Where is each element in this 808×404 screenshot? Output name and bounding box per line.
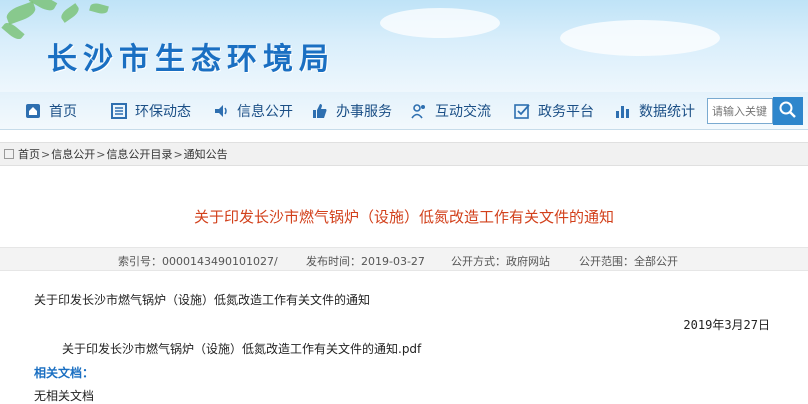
leaf-decoration — [4, 1, 38, 25]
meta-scope: 公开范围：全部公开 — [579, 255, 678, 268]
article-meta-bar: 索引号：0000143490101027/ 发布时间：2019-03-27 公开… — [0, 247, 808, 271]
nav-item-info-disclosure[interactable]: 信息公开 — [212, 92, 293, 130]
nav-label: 互动交流 — [435, 103, 491, 120]
search-input[interactable] — [707, 98, 773, 124]
breadcrumb-separator: > — [173, 147, 183, 161]
meta-publish-method: 公开方式：政府网站 — [451, 255, 550, 268]
breadcrumb: 首页 > 信息公开 > 信息公开目录 > 通知公告 — [0, 142, 808, 166]
leaf-decoration — [89, 1, 109, 16]
related-docs-empty: 无相关文档 — [34, 389, 95, 403]
checkbox-icon — [513, 102, 531, 120]
thumbs-up-icon — [311, 102, 329, 120]
news-icon — [110, 102, 128, 120]
header-banner: 长沙市生态环境局 — [0, 0, 808, 92]
nav-label: 环保动态 — [135, 103, 191, 120]
breadcrumb-separator: > — [96, 147, 106, 161]
nav-item-interaction[interactable]: 互动交流 — [410, 92, 491, 130]
nav-label: 首页 — [49, 103, 77, 120]
main-nav: 首页 环保动态 信息公开 办事服务 互动交流 政务平台 数据统计 — [0, 92, 808, 130]
breadcrumb-item-notices[interactable]: 通知公告 — [184, 146, 228, 162]
nav-label: 政务平台 — [538, 103, 594, 120]
breadcrumb-item-info-disclosure[interactable]: 信息公开 — [51, 146, 95, 162]
breadcrumb-item-catalog[interactable]: 信息公开目录 — [106, 146, 172, 162]
nav-item-news[interactable]: 环保动态 — [110, 92, 191, 130]
breadcrumb-item-home[interactable]: 首页 — [18, 146, 40, 162]
nav-item-home[interactable]: 首页 — [24, 92, 77, 130]
breadcrumb-separator: > — [41, 147, 51, 161]
attachment-link[interactable]: 关于印发长沙市燃气锅炉（设施）低氮改造工作有关文件的通知.pdf — [62, 340, 421, 357]
site-title[interactable]: 长沙市生态环境局 — [47, 34, 335, 78]
leaf-decoration — [58, 3, 82, 23]
meta-publish-time: 发布时间：2019-03-27 — [306, 255, 425, 268]
meta-index: 索引号：0000143490101027/ — [118, 255, 278, 268]
article-body-heading: 关于印发长沙市燃气锅炉（设施）低氮改造工作有关文件的通知 — [34, 293, 371, 307]
broadcast-icon — [212, 102, 230, 120]
nav-label: 办事服务 — [336, 103, 392, 120]
search-button[interactable] — [773, 97, 803, 125]
search-icon — [778, 101, 798, 123]
nav-label: 数据统计 — [639, 103, 695, 120]
bar-chart-icon — [614, 102, 632, 120]
article-title: 关于印发长沙市燃气锅炉（设施）低氮改造工作有关文件的通知 — [193, 208, 614, 226]
nav-item-gov-platform[interactable]: 政务平台 — [513, 92, 594, 130]
article-date: 2019年3月27日 — [683, 318, 770, 332]
related-docs-label: 相关文档： — [34, 366, 95, 380]
nav-label: 信息公开 — [237, 103, 293, 120]
users-icon — [410, 102, 428, 120]
breadcrumb-home-icon — [4, 149, 14, 159]
home-icon — [24, 102, 42, 120]
nav-item-services[interactable]: 办事服务 — [311, 92, 392, 130]
nav-item-statistics[interactable]: 数据统计 — [614, 92, 695, 130]
